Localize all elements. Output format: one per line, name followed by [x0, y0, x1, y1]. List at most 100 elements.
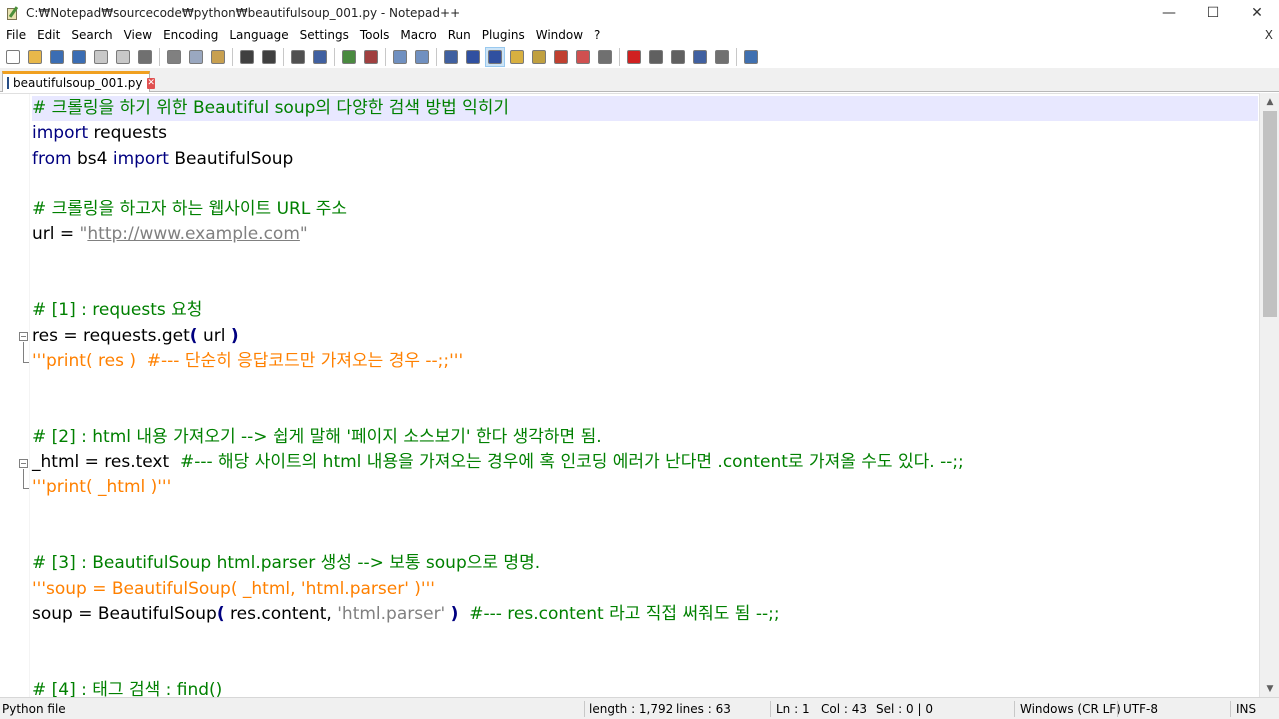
status-eol[interactable]: Windows (CR LF) — [1020, 698, 1121, 719]
fold-margin[interactable] — [0, 94, 30, 697]
code-line[interactable]: # [1] : requests 요청 — [32, 298, 1258, 323]
print-button[interactable] — [135, 47, 155, 67]
save-macro-icon — [715, 50, 729, 64]
close-window-button[interactable]: ✕ — [1235, 0, 1279, 26]
paste-button[interactable] — [208, 47, 228, 67]
zoom-in-button[interactable] — [339, 47, 359, 67]
editor-area[interactable]: # 크롤링을 하기 위한 Beautiful soup의 다양한 검색 방법 익… — [0, 93, 1279, 697]
status-insert-mode[interactable]: INS — [1236, 698, 1256, 719]
word-wrap-button[interactable] — [441, 47, 461, 67]
save-button[interactable] — [47, 47, 67, 67]
menu-tools[interactable]: Tools — [354, 26, 395, 45]
close-document-button[interactable]: X — [1265, 26, 1273, 45]
code-line[interactable]: res = requests.get( url ) — [32, 324, 1258, 349]
code-line[interactable]: _html = res.text #--- 해당 사이트의 html 내용을 가… — [32, 450, 1258, 475]
code-line[interactable] — [32, 400, 1258, 425]
folder-workspace-button[interactable] — [573, 47, 593, 67]
toolbar-separator — [283, 48, 284, 66]
fold-toggle-icon[interactable] — [19, 332, 28, 341]
code-line[interactable]: '''print( res ) #--- 단순히 응답코드만 가져오는 경우 -… — [32, 349, 1258, 374]
redo-button[interactable] — [259, 47, 279, 67]
code-line[interactable] — [32, 501, 1258, 526]
open-file-button[interactable] — [25, 47, 45, 67]
menu-search[interactable]: Search — [65, 26, 117, 45]
scrollbar-thumb[interactable] — [1263, 111, 1277, 317]
sync-horizontal-icon — [415, 50, 429, 64]
scroll-down-button[interactable]: ▼ — [1260, 680, 1279, 697]
replace-button[interactable] — [310, 47, 330, 67]
code-token: '''soup = BeautifulSoup( _html, 'html.pa… — [32, 579, 435, 599]
code-line[interactable]: # 크롤링을 하기 위한 Beautiful soup의 다양한 검색 방법 익… — [32, 96, 1258, 121]
code-token: # [2] : html 내용 가져오기 --> 쉽게 말해 '페이지 소스보기… — [32, 427, 602, 447]
code-line[interactable]: '''print( _html )''' — [32, 475, 1258, 500]
status-encoding[interactable]: UTF-8 — [1123, 698, 1158, 719]
code-line[interactable]: url = "http://www.example.com" — [32, 222, 1258, 247]
close-all-button[interactable] — [113, 47, 133, 67]
fold-toggle-icon[interactable] — [19, 459, 28, 468]
code-line[interactable] — [32, 374, 1258, 399]
stop-macro-button[interactable] — [646, 47, 666, 67]
toolbar-separator — [159, 48, 160, 66]
save-macro-button[interactable] — [712, 47, 732, 67]
menu-settings[interactable]: Settings — [294, 26, 354, 45]
show-all-chars-button[interactable] — [463, 47, 483, 67]
code-line[interactable]: # [4] : 태그 검색 : find() — [32, 678, 1258, 697]
udl-icon — [510, 50, 524, 64]
menu-macro[interactable]: Macro — [394, 26, 441, 45]
fold-line — [23, 469, 24, 488]
sync-vertical-button[interactable] — [390, 47, 410, 67]
menu-encoding[interactable]: Encoding — [157, 26, 223, 45]
minimize-button[interactable]: — — [1147, 0, 1191, 26]
code-line[interactable] — [32, 172, 1258, 197]
udl-button[interactable] — [507, 47, 527, 67]
scroll-up-button[interactable]: ▲ — [1260, 93, 1279, 110]
run-button[interactable] — [741, 47, 761, 67]
menu-run[interactable]: Run — [442, 26, 476, 45]
code-line[interactable] — [32, 273, 1258, 298]
menu-language[interactable]: Language — [223, 26, 293, 45]
toolbar-separator — [736, 48, 737, 66]
code-line[interactable]: from bs4 import BeautifulSoup — [32, 147, 1258, 172]
menu-help[interactable]: ? — [588, 26, 605, 45]
tab-close-button[interactable]: ✕ — [147, 78, 155, 89]
run-macro-multiple-button[interactable] — [690, 47, 710, 67]
code-line[interactable]: # [3] : BeautifulSoup html.parser 생성 -->… — [32, 551, 1258, 576]
sync-horizontal-button[interactable] — [412, 47, 432, 67]
code-line[interactable]: # [2] : html 내용 가져오기 --> 쉽게 말해 '페이지 소스보기… — [32, 425, 1258, 450]
maximize-button[interactable]: ☐ — [1191, 0, 1235, 26]
menu-edit[interactable]: Edit — [31, 26, 65, 45]
indent-guide-button[interactable] — [485, 47, 505, 67]
menu-plugins[interactable]: Plugins — [476, 26, 530, 45]
new-file-icon — [6, 50, 20, 64]
record-macro-button[interactable] — [624, 47, 644, 67]
word-wrap-icon — [444, 50, 458, 64]
undo-button[interactable] — [237, 47, 257, 67]
vertical-scrollbar[interactable]: ▲ ▼ — [1259, 93, 1279, 697]
cut-button[interactable] — [164, 47, 184, 67]
save-all-button[interactable] — [69, 47, 89, 67]
function-list-button[interactable] — [551, 47, 571, 67]
code-line[interactable]: import requests — [32, 121, 1258, 146]
code-line[interactable] — [32, 627, 1258, 652]
menu-view[interactable]: View — [118, 26, 157, 45]
menu-file[interactable]: File — [0, 26, 31, 45]
find-button[interactable] — [288, 47, 308, 67]
doc-map-button[interactable] — [529, 47, 549, 67]
code-text[interactable]: # 크롤링을 하기 위한 Beautiful soup의 다양한 검색 방법 익… — [32, 96, 1258, 697]
play-macro-button[interactable] — [668, 47, 688, 67]
monitoring-button[interactable] — [595, 47, 615, 67]
code-line[interactable] — [32, 653, 1258, 678]
tab-beautifulsoup-001[interactable]: beautifulsoup_001.py ✕ — [2, 71, 150, 92]
zoom-out-button[interactable] — [361, 47, 381, 67]
menu-window[interactable]: Window — [530, 26, 588, 45]
record-macro-icon — [627, 50, 641, 64]
code-line[interactable] — [32, 526, 1258, 551]
new-file-button[interactable] — [3, 47, 23, 67]
code-line[interactable]: soup = BeautifulSoup( res.content, 'html… — [32, 602, 1258, 627]
code-line[interactable] — [32, 248, 1258, 273]
zoom-in-icon — [342, 50, 356, 64]
close-button[interactable] — [91, 47, 111, 67]
copy-button[interactable] — [186, 47, 206, 67]
code-line[interactable]: '''soup = BeautifulSoup( _html, 'html.pa… — [32, 577, 1258, 602]
code-line[interactable]: # 크롤링을 하고자 하는 웹사이트 URL 주소 — [32, 197, 1258, 222]
